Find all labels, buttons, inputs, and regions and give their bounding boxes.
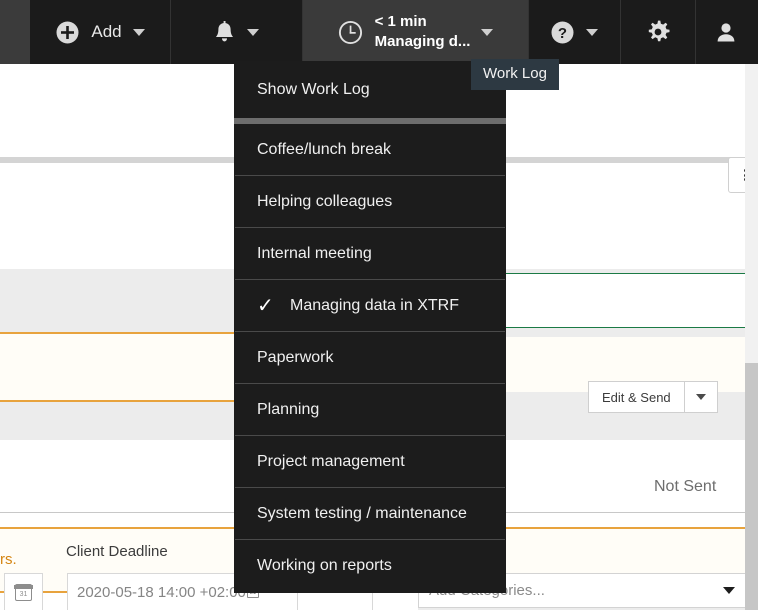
chevron-down-icon bbox=[723, 587, 735, 594]
menu-item-managing-data-in-xtrf[interactable]: ✓ Managing data in XTRF bbox=[234, 280, 506, 331]
work-log-button[interactable]: < 1 min Managing d... bbox=[302, 0, 528, 64]
question-circle-icon: ? bbox=[551, 21, 574, 43]
edit-send-dropdown-button[interactable] bbox=[684, 381, 718, 413]
edit-and-send-split-button[interactable]: Edit & Send bbox=[588, 381, 718, 413]
resize-handle-icon[interactable] bbox=[732, 274, 745, 287]
check-icon: ✓ bbox=[257, 294, 274, 317]
gear-icon bbox=[648, 20, 669, 42]
work-log-duration: < 1 min bbox=[374, 13, 427, 31]
app-root: rs. Edit & Send ation Not Sent Client De… bbox=[0, 0, 758, 610]
notes-textarea[interactable] bbox=[494, 273, 746, 328]
person-icon bbox=[717, 22, 735, 41]
top-toolbar: Add < 1 min Managing d... ? bbox=[0, 0, 758, 64]
menu-item-working-on-reports[interactable]: Working on reports bbox=[234, 540, 506, 591]
status-not-sent: Not Sent bbox=[654, 478, 717, 495]
menu-item-system-testing-maintenance[interactable]: System testing / maintenance bbox=[234, 488, 506, 539]
add-label: Add bbox=[91, 22, 122, 41]
user-account-button[interactable] bbox=[695, 0, 757, 64]
toolbar-left-edge bbox=[0, 0, 30, 64]
menu-item-internal-meeting[interactable]: Internal meeting bbox=[234, 228, 506, 279]
help-button[interactable]: ? bbox=[528, 0, 620, 64]
client-deadline-label: Client Deadline bbox=[66, 543, 168, 560]
warning-text: rs. bbox=[0, 551, 17, 568]
plus-circle-icon bbox=[56, 21, 79, 43]
menu-item-project-management[interactable]: Project management bbox=[234, 436, 506, 487]
work-log-task: Managing d... bbox=[374, 33, 471, 50]
chevron-down-icon bbox=[695, 394, 706, 400]
add-menu-button[interactable]: Add bbox=[30, 0, 170, 64]
vertical-scrollbar-thumb[interactable] bbox=[745, 363, 758, 610]
client-deadline-value: 2020-05-18 14:00 +02:00 bbox=[77, 583, 246, 601]
menu-item-show-work-log[interactable]: Show Work Log bbox=[234, 61, 506, 118]
calendar-icon: 31 bbox=[14, 583, 33, 601]
notifications-button[interactable] bbox=[170, 0, 302, 64]
settings-button[interactable] bbox=[620, 0, 695, 64]
work-log-dropdown-menu: Show Work Log Coffee/lunch break Helping… bbox=[234, 61, 506, 593]
chevron-down-icon bbox=[247, 28, 259, 36]
menu-item-helping-colleagues[interactable]: Helping colleagues bbox=[234, 176, 506, 227]
menu-item-coffee-lunch-break[interactable]: Coffee/lunch break bbox=[234, 124, 506, 175]
menu-item-label: Managing data in XTRF bbox=[290, 296, 459, 314]
edit-send-button[interactable]: Edit & Send bbox=[588, 381, 685, 413]
clock-icon bbox=[338, 20, 362, 44]
chevron-down-icon bbox=[132, 28, 145, 36]
calendar-picker-button[interactable]: 31 bbox=[4, 573, 43, 610]
vertical-scrollbar-track[interactable] bbox=[745, 64, 758, 610]
svg-text:?: ? bbox=[558, 25, 567, 42]
work-log-text: < 1 min Managing d... bbox=[375, 12, 471, 52]
chevron-down-icon bbox=[586, 28, 598, 36]
chevron-down-icon[interactable] bbox=[481, 28, 494, 36]
menu-item-planning[interactable]: Planning bbox=[234, 384, 506, 435]
work-log-tooltip: Work Log bbox=[471, 59, 559, 90]
menu-item-paperwork[interactable]: Paperwork bbox=[234, 332, 506, 383]
bell-icon bbox=[216, 20, 233, 41]
